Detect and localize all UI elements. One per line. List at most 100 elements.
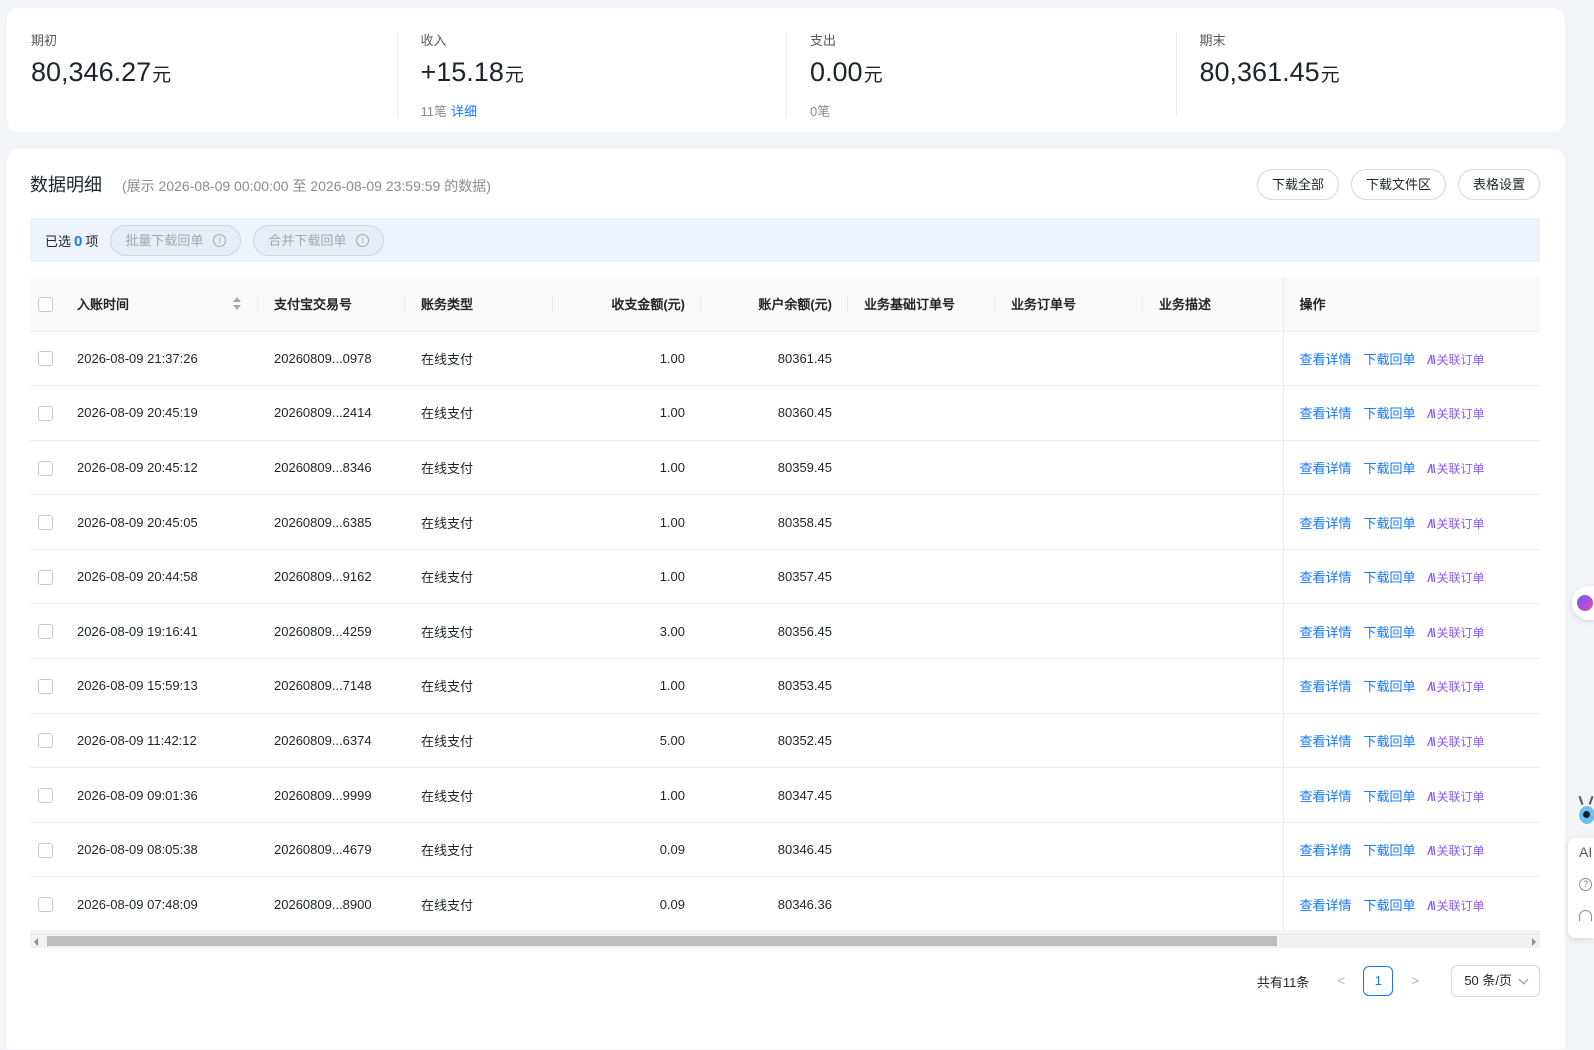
- cell-amount: 1.00: [553, 440, 701, 496]
- assistant-bubble[interactable]: [1572, 586, 1594, 620]
- link-order-label: 关联订单: [1436, 898, 1485, 913]
- download-receipt-link[interactable]: 下载回单: [1364, 898, 1416, 913]
- link-order-button[interactable]: /\\ 关联订单: [1428, 571, 1485, 585]
- download-receipt-link[interactable]: 下载回单: [1364, 734, 1416, 749]
- cell-actions: 查看详情 下载回单 /\\ 关联订单: [1282, 603, 1540, 660]
- row-checkbox[interactable]: [38, 569, 53, 585]
- stat-opening-amount: 80,346.27: [31, 57, 152, 87]
- row-checkbox[interactable]: [38, 624, 53, 640]
- link-order-button[interactable]: /\\ 关联订单: [1428, 407, 1485, 421]
- cell-amount: 1.00: [553, 385, 701, 441]
- cell-type: 在线支付: [405, 331, 553, 387]
- help-icon[interactable]: ?: [1579, 878, 1592, 891]
- link-order-button[interactable]: /\\ 关联订单: [1428, 899, 1485, 913]
- row-checkbox[interactable]: [38, 897, 53, 913]
- stat-income-amount: +15.18: [420, 57, 504, 87]
- link-order-button[interactable]: /\\ 关联订单: [1428, 790, 1485, 804]
- scrollbar-thumb[interactable]: [47, 936, 1277, 946]
- view-detail-link[interactable]: 查看详情: [1300, 679, 1352, 694]
- link-order-button[interactable]: /\\ 关联订单: [1428, 462, 1485, 476]
- download-receipt-link[interactable]: 下载回单: [1364, 461, 1416, 476]
- row-checkbox[interactable]: [38, 515, 53, 531]
- ai-button[interactable]: AI: [1579, 844, 1592, 860]
- cell-time: 2026-08-09 11:42:12: [62, 713, 258, 769]
- table-settings-button[interactable]: 表格设置: [1457, 169, 1540, 200]
- link-order-button[interactable]: /\\ 关联订单: [1428, 735, 1485, 749]
- prev-page-icon[interactable]: <: [1327, 966, 1355, 996]
- batch-download-button[interactable]: 批量下载回单 i: [110, 224, 242, 256]
- cell-order: [995, 876, 1143, 933]
- view-detail-link[interactable]: 查看详情: [1300, 843, 1352, 858]
- cell-amount: 1.00: [553, 331, 701, 387]
- detail-panel: 数据明细 (展示 2026-08-09 00:00:00 至 2026-08-0…: [7, 149, 1565, 1049]
- download-receipt-link[interactable]: 下载回单: [1364, 679, 1416, 694]
- page-button-current[interactable]: 1: [1363, 966, 1394, 996]
- download-receipt-link[interactable]: 下载回单: [1364, 625, 1416, 640]
- select-all-checkbox[interactable]: [38, 296, 53, 312]
- table-row: 2026-08-09 20:45:19 20260809...2414 在线支付 1.…: [30, 385, 1540, 441]
- ai-sparkle-icon: /\\: [1427, 352, 1436, 367]
- cell-type: 在线支付: [405, 658, 553, 714]
- header-checkbox-cell: [30, 277, 62, 332]
- robot-eye: [1583, 811, 1590, 818]
- view-detail-link[interactable]: 查看详情: [1300, 406, 1352, 421]
- info-icon[interactable]: i: [356, 233, 370, 247]
- column-header-time[interactable]: 入账时间: [62, 277, 258, 332]
- row-checkbox[interactable]: [38, 351, 53, 367]
- view-detail-link[interactable]: 查看详情: [1300, 352, 1352, 367]
- link-order-button[interactable]: /\\ 关联订单: [1428, 353, 1485, 367]
- table-row: 2026-08-09 11:42:12 20260809...6374 在线支付 5.…: [30, 713, 1540, 769]
- sort-icon[interactable]: [232, 297, 242, 311]
- link-order-label: 关联订单: [1436, 461, 1485, 476]
- income-detail-link[interactable]: 详细: [451, 104, 477, 119]
- cell-balance: 80358.45: [701, 494, 848, 550]
- view-detail-link[interactable]: 查看详情: [1300, 734, 1352, 749]
- view-detail-link[interactable]: 查看详情: [1300, 461, 1352, 476]
- robot-mascot[interactable]: [1574, 795, 1594, 834]
- headset-icon[interactable]: [1579, 910, 1592, 921]
- download-receipt-link[interactable]: 下载回单: [1364, 406, 1416, 421]
- download-all-button[interactable]: 下载全部: [1256, 169, 1339, 200]
- download-receipt-link[interactable]: 下载回单: [1364, 789, 1416, 804]
- page-size-select[interactable]: 50 条/页: [1451, 965, 1540, 997]
- cell-time: 2026-08-09 19:16:41: [62, 603, 258, 660]
- stat-income-sub: 11笔 详细: [421, 101, 787, 120]
- row-checkbox[interactable]: [38, 733, 53, 749]
- horizontal-scrollbar[interactable]: [30, 933, 1540, 948]
- ai-sparkle-icon: /\\: [1427, 407, 1436, 422]
- selection-summary: 已选 0 项: [45, 231, 98, 250]
- link-order-button[interactable]: /\\ 关联订单: [1428, 680, 1485, 694]
- view-detail-link[interactable]: 查看详情: [1300, 570, 1352, 585]
- row-checkbox[interactable]: [38, 678, 53, 694]
- cell-type: 在线支付: [405, 876, 553, 933]
- view-detail-link[interactable]: 查看详情: [1300, 789, 1352, 804]
- ai-sparkle-icon: /\\: [1427, 789, 1436, 804]
- view-detail-link[interactable]: 查看详情: [1300, 625, 1352, 640]
- download-receipt-link[interactable]: 下载回单: [1364, 843, 1416, 858]
- scroll-left-icon[interactable]: [34, 938, 38, 946]
- download-receipt-link[interactable]: 下载回单: [1364, 570, 1416, 585]
- scroll-right-icon[interactable]: [1532, 938, 1536, 946]
- merge-download-button[interactable]: 合并下载回单 i: [253, 224, 385, 256]
- link-order-button[interactable]: /\\ 关联订单: [1428, 517, 1485, 531]
- cell-trade-no: 20260809...8346: [258, 440, 405, 496]
- view-detail-link[interactable]: 查看详情: [1300, 516, 1352, 531]
- download-area-button[interactable]: 下载文件区: [1350, 169, 1446, 200]
- download-receipt-link[interactable]: 下载回单: [1364, 352, 1416, 367]
- stat-expense-unit: 元: [863, 65, 883, 86]
- cell-type: 在线支付: [405, 603, 553, 660]
- info-icon[interactable]: i: [213, 233, 227, 247]
- row-checkbox[interactable]: [38, 842, 53, 858]
- download-receipt-link[interactable]: 下载回单: [1364, 516, 1416, 531]
- view-detail-link[interactable]: 查看详情: [1300, 898, 1352, 913]
- cell-base-order: [848, 713, 995, 769]
- row-checkbox[interactable]: [38, 405, 53, 421]
- table-row: 2026-08-09 20:44:58 20260809...9162 在线支付 1.…: [30, 549, 1540, 605]
- link-order-button[interactable]: /\\ 关联订单: [1428, 844, 1485, 858]
- link-order-button[interactable]: /\\ 关联订单: [1428, 626, 1485, 640]
- link-order-label: 关联订单: [1436, 516, 1485, 531]
- row-checkbox[interactable]: [38, 460, 53, 476]
- next-page-icon[interactable]: >: [1401, 966, 1429, 996]
- cell-actions: 查看详情 下载回单 /\\ 关联订单: [1282, 822, 1540, 878]
- row-checkbox[interactable]: [38, 788, 53, 804]
